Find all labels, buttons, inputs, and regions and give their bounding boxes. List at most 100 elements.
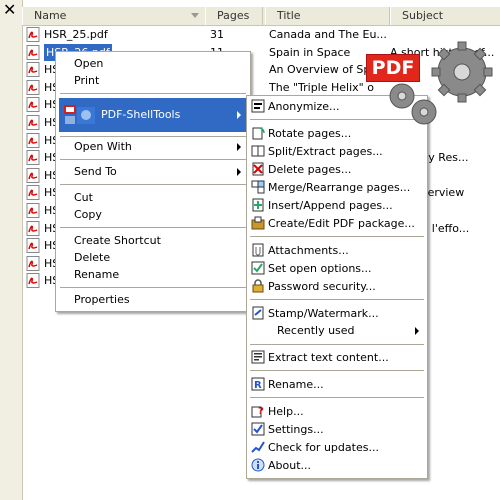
submenu-item-attachments[interactable]: Attachments... xyxy=(249,242,425,259)
submenu-item-rename-label: Rename... xyxy=(268,378,324,391)
submenu-item-help-label: Help... xyxy=(268,405,304,418)
submenu-item-rename[interactable]: R Rename... xyxy=(249,376,425,393)
submenu-item-package-label: Create/Edit PDF package... xyxy=(268,217,415,230)
column-subject[interactable]: Subject xyxy=(390,7,500,25)
split-icon xyxy=(251,145,265,157)
menu-item-pdf-shelltools-label: PDF-ShellTools xyxy=(101,108,181,121)
menu-item-pdf-shelltools[interactable]: PDF-ShellTools xyxy=(59,98,247,132)
submenu-item-help[interactable]: ? Help... xyxy=(249,403,425,420)
submenu-item-delete-pages[interactable]: Delete pages... xyxy=(249,161,425,178)
menu-item-cut[interactable]: Cut xyxy=(59,189,247,206)
submenu-item-recent[interactable]: Recently used xyxy=(249,322,425,339)
menu-item-open-with[interactable]: Open With xyxy=(59,138,247,155)
lock-icon xyxy=(252,279,264,293)
open-options-icon xyxy=(251,261,265,275)
submenu-item-password[interactable]: Password security... xyxy=(249,278,425,295)
package-icon xyxy=(251,216,265,230)
delete-pages-icon xyxy=(252,162,264,176)
menu-item-copy[interactable]: Copy xyxy=(59,206,247,223)
settings-icon xyxy=(251,422,265,436)
submenu-item-insert-label: Insert/Append pages... xyxy=(268,199,393,212)
submenu-item-merge[interactable]: Merge/Rearrange pages... xyxy=(249,179,425,196)
menu-item-open-label: Open xyxy=(74,57,104,70)
submenu-item-package[interactable]: Create/Edit PDF package... xyxy=(249,215,425,232)
column-pages-label: Pages xyxy=(217,9,250,22)
submenu-item-settings[interactable]: Settings... xyxy=(249,421,425,438)
submenu-item-anonymize-label: Anonymize... xyxy=(268,100,340,113)
submenu-item-settings-label: Settings... xyxy=(268,423,324,436)
menu-item-copy-label: Copy xyxy=(74,208,102,221)
menu-separator xyxy=(250,370,424,371)
menu-separator xyxy=(60,227,246,228)
menu-separator xyxy=(60,184,246,185)
submenu-item-attachments-label: Attachments... xyxy=(268,244,349,257)
menu-item-rename-label: Rename xyxy=(74,268,120,281)
column-pages[interactable]: Pages xyxy=(205,7,263,25)
menu-item-delete-label: Delete xyxy=(74,251,111,264)
about-icon xyxy=(251,458,265,472)
attachments-icon xyxy=(252,243,264,257)
submenu-item-updates-label: Check for updates... xyxy=(268,441,379,454)
menu-item-properties[interactable]: Properties xyxy=(59,291,247,308)
menu-item-print-label: Print xyxy=(74,74,100,87)
menu-item-create-shortcut[interactable]: Create Shortcut xyxy=(59,232,247,249)
submenu-item-stamp[interactable]: Stamp/Watermark... xyxy=(249,305,425,322)
submenu-item-about[interactable]: About... xyxy=(249,457,425,474)
submenu-item-about-label: About... xyxy=(268,459,312,472)
submenu-item-extract-text-label: Extract text content... xyxy=(268,351,389,364)
menu-item-properties-label: Properties xyxy=(74,293,130,306)
submenu-item-insert[interactable]: Insert/Append pages... xyxy=(249,197,425,214)
pdf-shelltools-submenu: Anonymize... Rotate pages... Split/Extra… xyxy=(246,95,428,479)
menu-item-create-shortcut-label: Create Shortcut xyxy=(74,234,161,247)
submenu-item-delete-pages-label: Delete pages... xyxy=(268,163,352,176)
gears-icon xyxy=(389,41,493,125)
close-icon[interactable]: ✕ xyxy=(3,2,16,18)
submenu-arrow-icon xyxy=(237,168,241,176)
menu-item-open-with-label: Open With xyxy=(74,140,132,153)
insert-pages-icon xyxy=(252,198,264,212)
rotate-icon xyxy=(252,127,265,140)
pdf-badge: PDF xyxy=(366,54,420,82)
menu-separator xyxy=(60,93,246,94)
file-name[interactable]: HSR_25.pdf xyxy=(44,26,108,43)
submenu-item-extract-text[interactable]: Extract text content... xyxy=(249,349,425,366)
menu-separator xyxy=(250,236,424,237)
column-subject-label: Subject xyxy=(402,9,444,22)
submenu-arrow-icon xyxy=(237,143,241,151)
submenu-item-updates[interactable]: Check for updates... xyxy=(249,439,425,456)
anonymize-icon xyxy=(251,99,265,113)
submenu-item-password-label: Password security... xyxy=(268,280,376,293)
sort-desc-icon xyxy=(191,13,199,18)
file-pages: 31 xyxy=(210,28,224,41)
menu-separator xyxy=(60,136,246,137)
submenu-item-merge-label: Merge/Rearrange pages... xyxy=(268,181,411,194)
submenu-item-split-label: Split/Extract pages... xyxy=(268,145,383,158)
left-pane-strip: ✕ xyxy=(0,0,23,500)
menu-item-delete[interactable]: Delete xyxy=(59,249,247,266)
menu-item-print[interactable]: Print xyxy=(59,72,247,89)
help-icon: ? xyxy=(251,406,264,418)
stamp-icon xyxy=(252,306,264,320)
submenu-arrow-icon xyxy=(415,327,419,335)
submenu-item-split[interactable]: Split/Extract pages... xyxy=(249,143,425,160)
merge-icon xyxy=(251,180,265,194)
svg-text:?: ? xyxy=(258,406,264,417)
column-name-label: Name xyxy=(34,9,67,22)
submenu-arrow-icon xyxy=(237,111,241,119)
column-title[interactable]: Title xyxy=(265,7,390,25)
update-check-icon xyxy=(251,441,265,453)
menu-item-rename[interactable]: Rename xyxy=(59,266,247,283)
svg-text:R: R xyxy=(254,380,262,391)
column-name[interactable]: Name xyxy=(22,7,204,25)
menu-separator xyxy=(60,159,246,160)
submenu-item-recent-label: Recently used xyxy=(277,324,355,337)
column-title-label: Title xyxy=(277,9,301,22)
menu-item-send-to[interactable]: Send To xyxy=(59,163,247,180)
menu-separator xyxy=(250,299,424,300)
menu-item-open[interactable]: Open xyxy=(59,55,247,72)
submenu-item-stamp-label: Stamp/Watermark... xyxy=(268,307,379,320)
menu-separator xyxy=(250,344,424,345)
submenu-item-open-options[interactable]: Set open options... xyxy=(249,260,425,277)
rename-icon: R xyxy=(251,377,265,391)
extract-text-icon xyxy=(251,350,265,364)
